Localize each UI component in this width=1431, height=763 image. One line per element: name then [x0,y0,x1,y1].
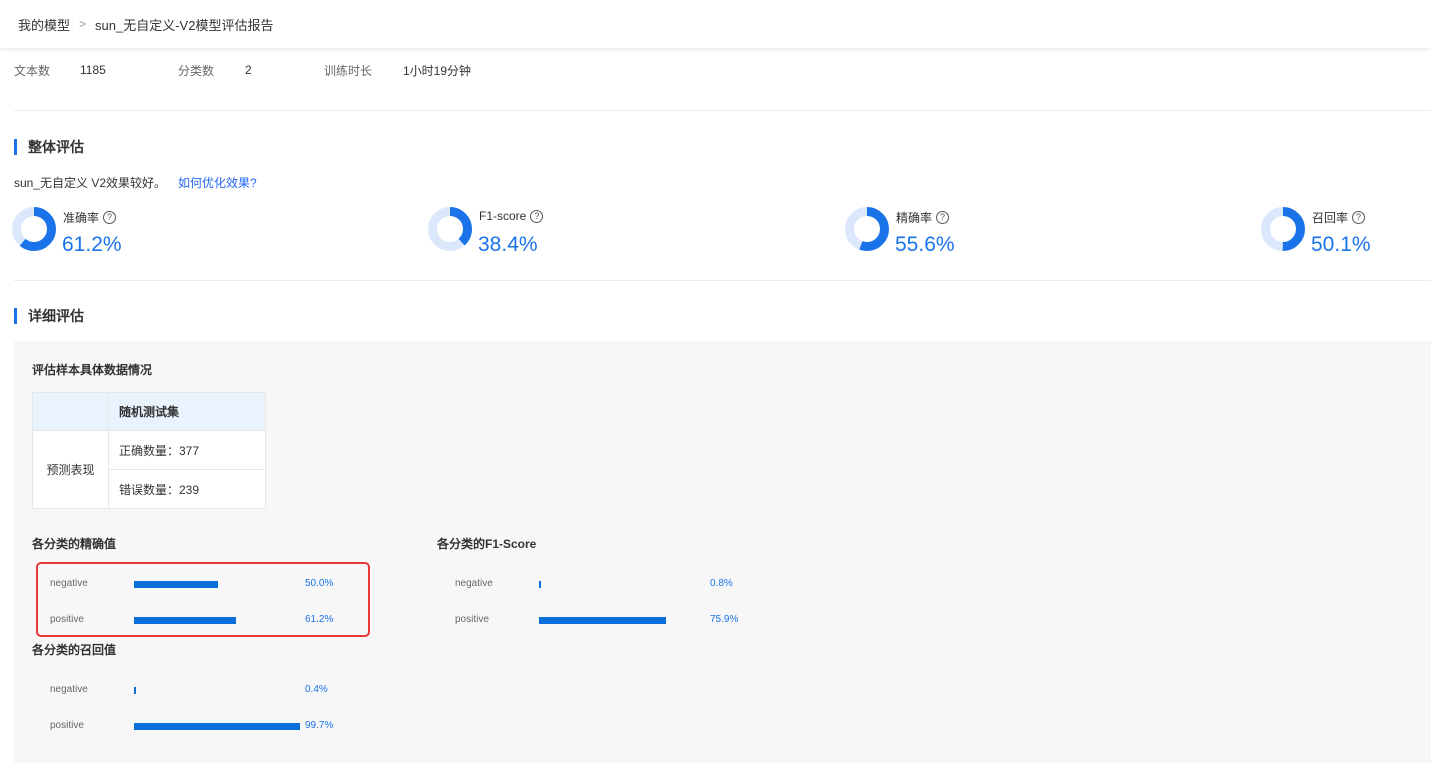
help-icon[interactable]: ? [1352,211,1366,224]
chart-title: 各分类的精确值 [32,537,117,551]
breadcrumb-current-page: sun_无自定义-V2模型评估报告 [95,17,274,33]
bar-row: negative 0.8% [455,575,755,595]
stat-text-count-label: 文本数 [14,63,51,78]
donut-chart [428,207,472,251]
table-corner-cell [32,392,109,431]
bar-value-label: 99.7% [305,720,334,731]
metric-value: 38.4% [478,233,538,256]
overall-evaluation-title: 整体评估 [28,139,84,155]
detail-evaluation-title: 详细评估 [28,308,84,324]
table-header-random-test-set: 随机测试集 [108,392,266,431]
bar-track [539,581,706,588]
divider [14,280,1431,281]
bar-row: negative 0.4% [50,681,350,701]
stat-class-count-label: 分类数 [178,63,215,78]
stat-training-time-value: 1小时19分钟 [403,63,472,78]
section-accent-bar [14,308,17,324]
overall-summary: sun_无自定义 V2效果较好。 如何优化效果? [14,174,257,191]
help-icon[interactable]: ? [103,211,117,224]
metric-value: 50.1% [1311,233,1371,256]
sample-data-table: 随机测试集 预测表现 正确数量：377 错误数量：239 [32,392,266,509]
metric-label: F1-score? [479,209,544,223]
sample-data-title: 评估样本具体数据情况 [32,363,153,377]
table-wrong-count: 错误数量：239 [108,469,266,509]
donut-chart [12,207,56,251]
metric-label-text: F1-score [479,209,527,223]
breadcrumb-my-models-link[interactable]: 我的模型 [18,15,70,34]
metric-label-text: 精确率 [896,211,933,225]
bar-category-label: negative [455,578,493,589]
stat-training-time-label: 训练时长 [324,63,373,78]
summary-text: sun_无自定义 V2效果较好。 [14,176,167,190]
chevron-right-icon: > [79,17,87,31]
donut-chart [845,207,889,251]
overall-evaluation-heading: 整体评估 [14,138,84,156]
table-row-head: 预测表现 [32,430,109,509]
section-accent-bar [14,139,17,155]
metric-label-text: 准确率 [63,211,100,225]
bar-row: positive 75.9% [455,611,755,631]
help-icon[interactable]: ? [530,209,544,223]
divider [14,110,1431,111]
bar-value-label: 0.4% [305,684,328,695]
table-correct-count: 正确数量：377 [108,430,266,470]
metric-label-text: 召回率 [1312,211,1349,225]
metric-value: 61.2% [62,233,122,256]
bar-category-label: positive [50,720,84,731]
chart-title: 各分类的召回值 [32,643,117,657]
stat-class-count-value: 2 [245,63,252,77]
bar-category-label: positive [455,614,489,625]
bar-value-label: 75.9% [710,614,739,625]
bar-value-label: 0.8% [710,578,733,589]
model-stats: 文本数 1185 分类数 2 训练时长 1小时19分钟 [14,60,471,80]
metric-label: 召回率? [1312,209,1366,226]
stat-text-count-value: 1185 [80,63,106,77]
bar-row: positive 99.7% [50,717,350,737]
bar-track [539,617,706,624]
detail-evaluation-heading: 详细评估 [14,307,84,325]
metric-label: 精确率? [896,209,950,226]
bar-category-label: negative [50,684,88,695]
bar [539,581,541,588]
bar [539,617,666,624]
bar [134,723,301,730]
bar-track [134,687,301,694]
bar-track [134,723,301,730]
optimize-help-link[interactable]: 如何优化效果? [178,174,257,191]
donut-chart [1261,207,1305,251]
metric-value: 55.6% [895,233,955,256]
highlight-box [36,562,370,637]
metric-label: 准确率? [63,209,117,226]
help-icon[interactable]: ? [936,211,950,224]
chart-title: 各分类的F1-Score [437,537,537,551]
breadcrumb: 我的模型 > sun_无自定义-V2模型评估报告 [0,0,1431,48]
bar [134,687,136,694]
